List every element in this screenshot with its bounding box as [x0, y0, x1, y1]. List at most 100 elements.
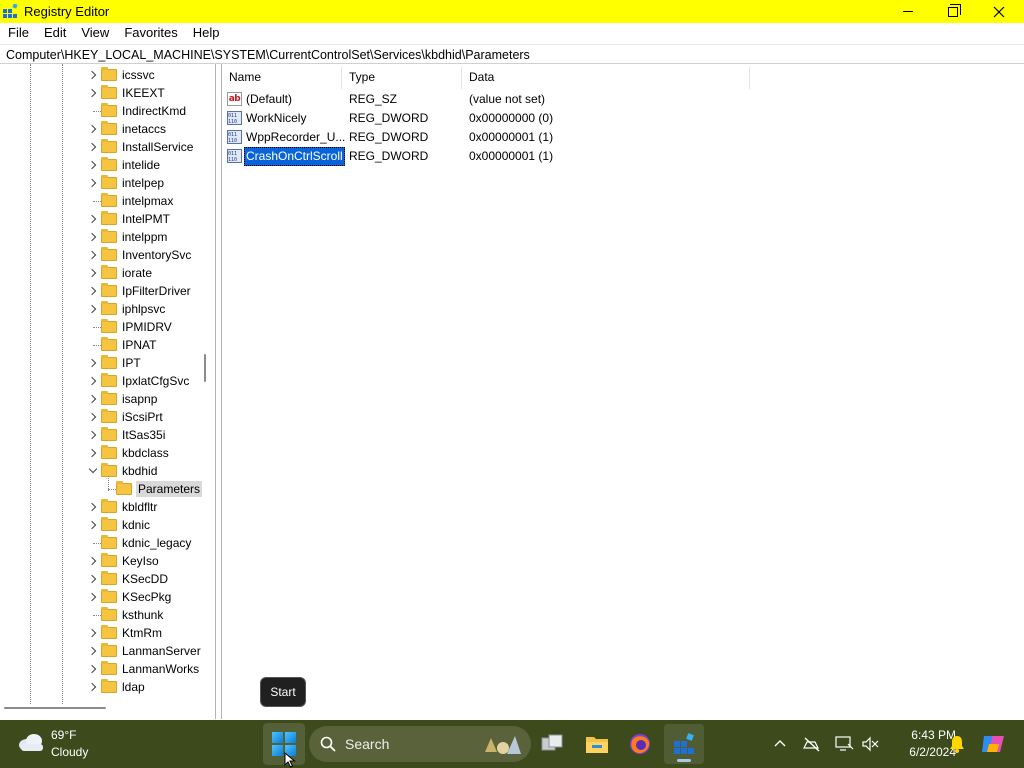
taskbar-firefox[interactable] — [620, 724, 660, 764]
tree-item[interactable]: Parameters — [0, 480, 203, 498]
weather-description[interactable]: Cloudy — [51, 745, 88, 759]
tree-item[interactable]: IPMIDRV — [0, 318, 200, 336]
value-row[interactable]: 011 110 CrashOnCtrlScroll REG_DWORD 0x000000… — [222, 147, 782, 166]
tree-item[interactable]: IndirectKmd — [0, 102, 200, 120]
tree-item[interactable]: InstallService — [0, 138, 200, 156]
chevron-right-icon[interactable] — [87, 664, 98, 674]
column-header-data[interactable]: Data — [462, 67, 750, 89]
chevron-right-icon[interactable] — [87, 268, 98, 278]
restore-button[interactable] — [930, 0, 976, 23]
tree-item[interactable]: InventorySvc — [0, 246, 200, 264]
key-tree-pane[interactable]: icssvc IKEEXT IndirectKmd inetaccs InstallSe… — [0, 64, 216, 719]
chevron-right-icon[interactable] — [87, 124, 98, 134]
tree-item[interactable]: ksthunk — [0, 606, 200, 624]
chevron-right-icon[interactable] — [87, 286, 98, 296]
weather-temperature[interactable]: 69°F — [51, 728, 76, 742]
chevron-right-icon[interactable] — [87, 178, 98, 188]
chevron-right-icon[interactable] — [87, 250, 98, 260]
chevron-right-icon[interactable] — [87, 502, 98, 512]
tree-item[interactable]: kdnic_legacy — [0, 534, 200, 552]
network-disconnected-icon[interactable] — [802, 734, 822, 754]
close-button[interactable] — [976, 0, 1022, 23]
tree-item[interactable]: KtmRm — [0, 624, 200, 642]
taskbar-file-explorer[interactable] — [576, 724, 616, 764]
tree-item[interactable]: IpFilterDriver — [0, 282, 200, 300]
menu-edit[interactable]: Edit — [36, 23, 73, 43]
tree-item[interactable]: intelide — [0, 156, 200, 174]
tree-item[interactable]: IKEEXT — [0, 84, 200, 102]
menu-view[interactable]: View — [73, 23, 116, 43]
chevron-right-icon[interactable] — [87, 556, 98, 566]
tree-item[interactable]: KeyIso — [0, 552, 200, 570]
menu-help[interactable]: Help — [185, 23, 227, 43]
taskbar-search-box[interactable]: Search — [309, 726, 531, 762]
tree-item[interactable]: intelpep — [0, 174, 200, 192]
column-header-name[interactable]: Name — [222, 67, 342, 89]
value-row[interactable]: ab (Default) REG_SZ (value not set) — [222, 90, 782, 109]
column-header-type[interactable]: Type — [342, 67, 462, 89]
tree-item[interactable]: kbdclass — [0, 444, 200, 462]
chevron-right-icon[interactable] — [87, 628, 98, 638]
tree-item[interactable]: intelppm — [0, 228, 200, 246]
chevron-right-icon[interactable] — [87, 214, 98, 224]
chevron-right-icon[interactable] — [87, 394, 98, 404]
tree-vertical-scrollbar[interactable] — [204, 354, 206, 382]
tree-item[interactable]: inetaccs — [0, 120, 200, 138]
chevron-right-icon[interactable] — [87, 520, 98, 530]
menu-favorites[interactable]: Favorites — [116, 23, 184, 43]
tree-item[interactable]: LanmanServer — [0, 642, 201, 660]
chevron-up-icon[interactable] — [772, 736, 788, 752]
menu-file[interactable]: File — [0, 23, 36, 43]
tree-item[interactable]: IPT — [0, 354, 200, 372]
tree-item[interactable]: iphlpsvc — [0, 300, 200, 318]
search-placeholder[interactable]: Search — [345, 736, 389, 752]
chevron-right-icon[interactable] — [87, 574, 98, 584]
tree-item[interactable]: KSecPkg — [0, 588, 200, 606]
minimize-button[interactable] — [885, 0, 931, 23]
chevron-right-icon[interactable] — [87, 160, 98, 170]
chevron-right-icon[interactable] — [87, 304, 98, 314]
volume-muted-icon[interactable] — [860, 734, 880, 754]
values-list-pane[interactable]: Name Type Data ab (Default) REG_SZ (value n… — [221, 64, 1024, 719]
tree-horizontal-scrollbar[interactable] — [4, 707, 106, 709]
chevron-right-icon[interactable] — [87, 358, 98, 368]
value-row[interactable]: 011 110 WppRecorder_U... REG_DWORD 0x0000000… — [222, 128, 782, 147]
chevron-right-icon[interactable] — [87, 646, 98, 656]
tree-item[interactable]: isapnp — [0, 390, 200, 408]
address-bar[interactable]: Computer\HKEY_LOCAL_MACHINE\SYSTEM\Curre… — [0, 44, 1024, 64]
chevron-right-icon[interactable] — [87, 142, 98, 152]
tree-item[interactable]: ItSas35i — [0, 426, 200, 444]
chevron-right-icon[interactable] — [87, 88, 98, 98]
tree-item[interactable]: IntelPMT — [0, 210, 200, 228]
tree-item[interactable]: IpxlatCfgSvc — [0, 372, 200, 390]
chevron-right-icon[interactable] — [87, 592, 98, 602]
tree-item[interactable]: kdnic — [0, 516, 200, 534]
tree-item[interactable]: kbdhid — [0, 462, 200, 480]
chevron-right-icon[interactable] — [87, 412, 98, 422]
chevron-right-icon[interactable] — [87, 448, 98, 458]
chevron-right-icon[interactable] — [87, 682, 98, 692]
chevron-down-icon[interactable] — [88, 464, 98, 476]
tree-item[interactable]: KSecDD — [0, 570, 200, 588]
tree-item[interactable]: icssvc — [0, 66, 200, 84]
copilot-icon[interactable] — [980, 732, 1006, 756]
value-row[interactable]: 011 110 WorkNicely REG_DWORD 0x00000000 (0) — [222, 109, 782, 128]
chevron-right-icon[interactable] — [87, 232, 98, 242]
tree-item[interactable]: iScsiPrt — [0, 408, 200, 426]
chevron-right-icon[interactable] — [87, 70, 98, 80]
tree-item[interactable]: IPNAT — [0, 336, 200, 354]
tree-item[interactable]: iorate — [0, 264, 200, 282]
tree-item[interactable]: kbldfltr — [0, 498, 200, 516]
taskbar-task-view[interactable] — [532, 724, 572, 764]
chevron-right-icon[interactable] — [87, 430, 98, 440]
clock-time[interactable]: 6:43 PM — [884, 728, 956, 742]
tree-item[interactable]: intelpmax — [0, 192, 200, 210]
display-icon[interactable] — [834, 734, 854, 754]
tree-item[interactable]: LanmanWorks — [0, 660, 200, 678]
chevron-right-icon[interactable] — [87, 376, 98, 386]
notification-bell-icon[interactable] — [948, 734, 966, 754]
clock-date[interactable]: 6/2/2024 — [884, 745, 956, 759]
tree-item[interactable]: ldap — [0, 678, 200, 696]
taskbar-registry-editor[interactable] — [664, 724, 704, 764]
address-path[interactable]: Computer\HKEY_LOCAL_MACHINE\SYSTEM\Curre… — [6, 47, 530, 63]
